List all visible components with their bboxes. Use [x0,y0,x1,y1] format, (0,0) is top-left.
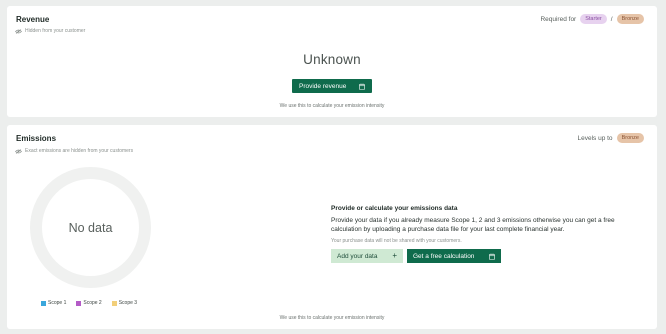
provide-revenue-button[interactable]: Provide revenue [292,79,372,93]
eye-off-icon [15,28,22,34]
privacy-note: Your purchase data will not be shared wi… [331,238,462,244]
scope-2-label: Scope 2 [83,300,102,306]
emissions-title: Emissions [16,134,57,143]
legend-item-scope-2: Scope 2 [76,300,102,306]
levels-up-to: Levels up to Bronze [577,133,644,143]
add-your-data-button[interactable]: Add your data + [331,249,403,263]
add-your-data-label: Add your data [337,252,378,260]
provide-description: Provide your data if you already measure… [331,217,615,233]
legend-item-scope-3: Scope 3 [111,300,138,306]
scope-3-label: Scope 3 [118,300,138,306]
emissions-card: Emissions Exact emissions are hidden fro… [7,125,657,329]
revenue-subtitle: Hidden from your customer [25,28,86,34]
provide-revenue-label: Provide revenue [299,82,347,90]
get-free-calculation-button[interactable]: Get a free calculation [407,249,501,263]
emissions-visibility-note: Exact emissions are hidden from your cus… [15,148,133,154]
provide-emissions-panel: Provide or calculate your emissions data… [331,205,621,263]
required-for: Required for Starter / Bronze [540,14,644,24]
required-label: Required for [540,15,577,23]
scope-2-swatch [76,300,82,306]
revenue-card: Revenue Hidden from your customer Requir… [7,6,657,117]
get-free-calculation-label: Get a free calculation [413,252,475,260]
emissions-subtitle: Exact emissions are hidden from your cus… [25,148,134,154]
scope-1-label: Scope 1 [48,300,67,306]
legend-item-scope-1: Scope 1 [41,300,66,306]
tier-separator: / [610,15,613,23]
revenue-title: Revenue [16,15,50,24]
bronze-level-badge: Bronze [616,133,644,143]
levels-label: Levels up to [577,134,613,142]
scope-legend: Scope 1 Scope 2 Scope 3 [41,300,137,306]
calendar-icon [489,253,495,260]
emissions-donut-chart: No data [29,166,152,289]
revenue-footnote: We use this to calculate your emission i… [279,103,385,109]
plus-icon: + [392,251,397,260]
emissions-actions: Add your data + Get a free calculation [331,249,621,263]
starter-badge: Starter [580,14,607,24]
no-data-label: No data [68,220,113,235]
bronze-badge: Bronze [616,14,644,24]
scope-3-swatch [111,300,117,306]
provide-title: Provide or calculate your emissions data [331,205,458,212]
revenue-value: Unknown [303,52,361,67]
scope-1-swatch [41,300,46,306]
calendar-icon [359,83,365,90]
emissions-footnote: We use this to calculate your emission i… [279,315,385,321]
eye-off-icon [15,148,22,154]
revenue-visibility-note: Hidden from your customer [15,28,85,34]
